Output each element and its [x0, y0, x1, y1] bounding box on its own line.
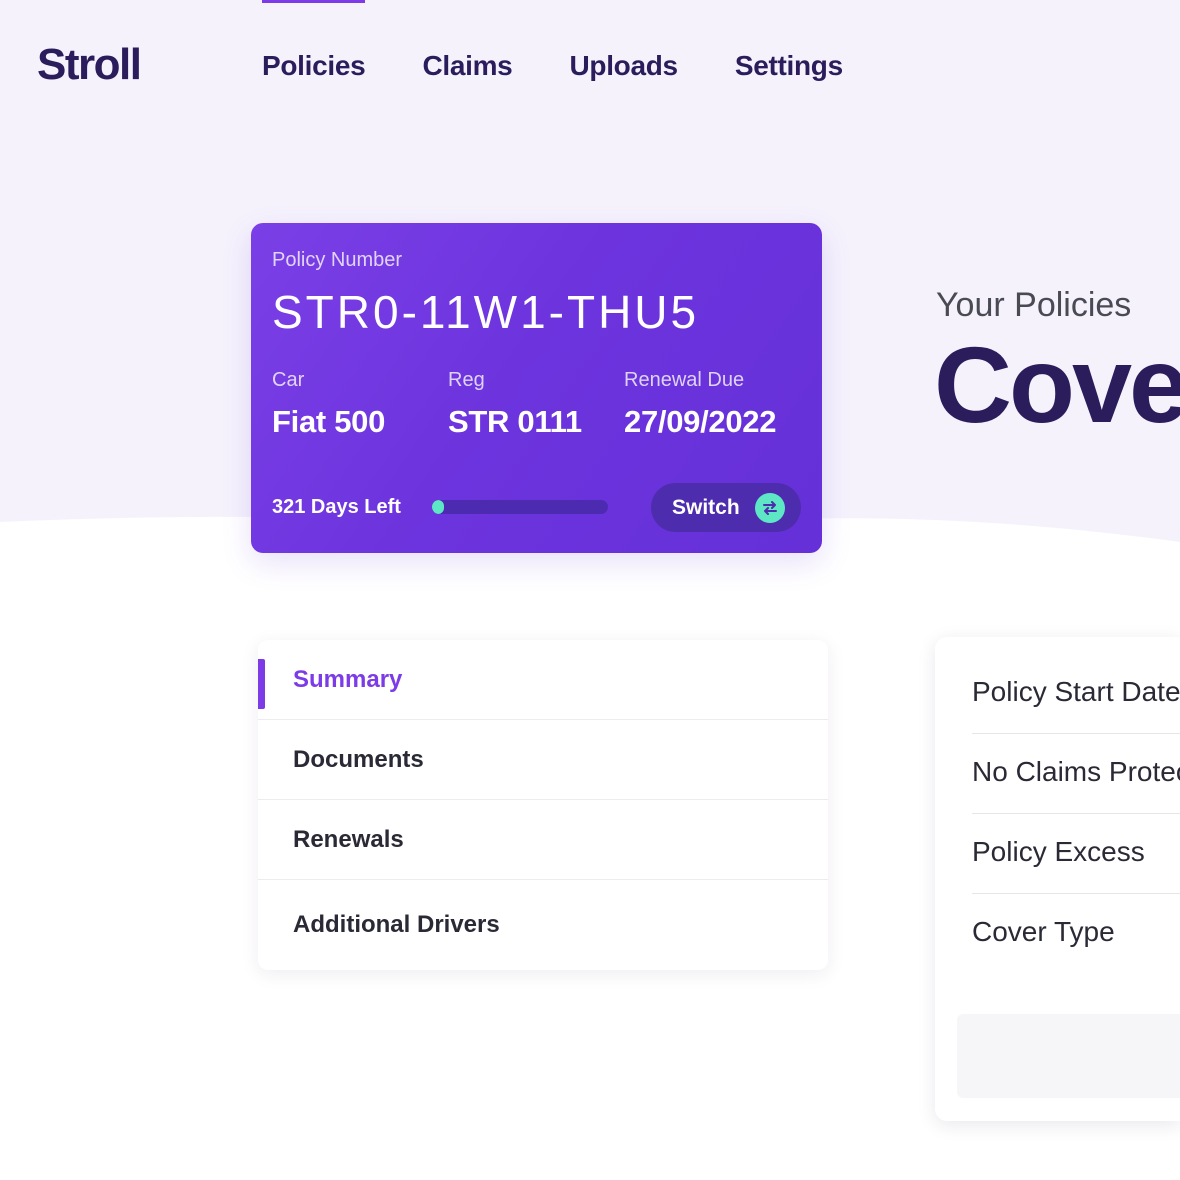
renewal-label: Renewal Due — [624, 369, 745, 391]
stroll-logo[interactable]: Stroll — [37, 40, 142, 90]
detail-row: No Claims Protec — [972, 734, 1180, 814]
nav-item-claims[interactable]: Claims — [422, 0, 512, 130]
policy-number: STR0-11W1-THU5 — [272, 286, 700, 338]
detail-row: Cover Type — [972, 894, 1180, 974]
detail-label: Policy Excess — [972, 836, 1145, 867]
details-footer-box — [957, 1014, 1180, 1098]
nav-item-settings[interactable]: Settings — [735, 0, 843, 130]
detail-label: No Claims Protec — [972, 756, 1180, 787]
hero-subtitle: Your Policies — [936, 286, 1132, 324]
policy-progress-fill — [432, 500, 445, 514]
detail-row: Policy Excess — [972, 814, 1180, 894]
policy-tabs: Summary Documents Renewals Additional Dr… — [258, 640, 828, 970]
main-nav: Policies Claims Uploads Settings — [262, 0, 900, 130]
reg-label: Reg — [448, 369, 485, 391]
policy-details-panel: Policy Start Date No Claims Protec Polic… — [935, 637, 1180, 1121]
car-value: Fiat 500 — [272, 404, 386, 439]
switch-policy-button[interactable]: Switch — [651, 483, 801, 532]
tab-renewals[interactable]: Renewals — [258, 800, 828, 880]
renewal-value: 27/09/2022 — [624, 404, 777, 439]
switch-label: Switch — [672, 495, 740, 519]
policy-number-label: Policy Number — [272, 249, 403, 271]
nav-item-policies[interactable]: Policies — [262, 0, 366, 130]
reg-value: STR 0111 — [448, 404, 582, 439]
policy-card: Policy Number STR0-11W1-THU5 Car Fiat 50… — [251, 223, 822, 553]
tab-summary[interactable]: Summary — [258, 640, 828, 720]
tab-documents[interactable]: Documents — [258, 720, 828, 800]
tab-additional-drivers[interactable]: Additional Drivers — [258, 880, 828, 970]
days-left: 321 Days Left — [272, 496, 401, 518]
nav-item-uploads[interactable]: Uploads — [569, 0, 678, 130]
policies-page: Stroll Policies Claims Uploads Settings … — [0, 0, 1180, 1180]
policy-progress-bar — [432, 500, 608, 514]
detail-row: Policy Start Date — [972, 654, 1180, 734]
detail-label: Cover Type — [972, 916, 1115, 947]
detail-label: Policy Start Date — [972, 676, 1180, 707]
swap-arrows-icon — [755, 493, 785, 523]
hero-title: Cove — [934, 324, 1180, 445]
car-label: Car — [272, 369, 305, 391]
